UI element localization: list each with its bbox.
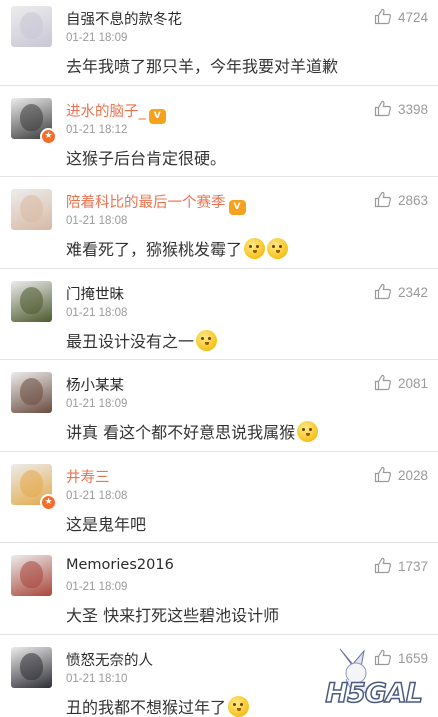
like-count: 2863 bbox=[397, 193, 428, 208]
avatar[interactable] bbox=[11, 280, 52, 322]
comment-text: 讲真 看这个都不好意思说我属猴 bbox=[66, 419, 319, 443]
commenter-name[interactable]: 自强不息的款冬花 bbox=[66, 8, 182, 29]
verified-badge-icon: ★ bbox=[40, 493, 57, 511]
like-button[interactable]: 2863 bbox=[374, 191, 428, 208]
comment-text: 丑的我都不想猴过年了 bbox=[66, 694, 250, 717]
comment-text: 最丑设计没有之一 bbox=[66, 328, 218, 352]
comment-time: 01-21 18:12 bbox=[66, 123, 128, 136]
comment-item: 陪着科比的最后一个赛季 V 01-21 18:08 难看死了，猕猴桃发霉了 286… bbox=[0, 177, 438, 269]
comment-time: 01-21 18:08 bbox=[66, 306, 128, 319]
thumbs-up-icon bbox=[374, 8, 391, 25]
like-button[interactable]: 2081 bbox=[374, 374, 428, 391]
comment-list: 自强不息的款冬花 01-21 18:09 去年我喷了那只羊，今年我要对羊道歉 4… bbox=[0, 0, 438, 717]
avatar[interactable] bbox=[11, 372, 52, 413]
thumbs-up-icon bbox=[374, 557, 391, 574]
avatar[interactable] bbox=[11, 6, 52, 47]
comment-item: 门掩世昧 01-21 18:08 最丑设计没有之一 2342 bbox=[0, 269, 438, 360]
smile-emoji-icon bbox=[244, 238, 266, 259]
watermark-text: H5GAL bbox=[325, 677, 424, 710]
thumbs-up-icon bbox=[374, 283, 391, 299]
comment-item: ★ 井寿三 01-21 18:08 这是鬼年吧 2028 bbox=[0, 452, 438, 543]
like-count: 3398 bbox=[397, 101, 428, 117]
like-count: 2028 bbox=[397, 467, 428, 483]
like-button[interactable]: 1737 bbox=[374, 557, 428, 574]
comment-text: 难看死了，猕猴桃发霉了 bbox=[66, 236, 289, 260]
comment-time: 01-21 18:08 bbox=[66, 215, 128, 227]
thumbs-up-icon bbox=[374, 100, 391, 116]
member-crown-icon: V bbox=[228, 200, 246, 215]
thumbs-up-icon bbox=[374, 374, 391, 391]
like-count: 2342 bbox=[397, 284, 428, 300]
commenter-name[interactable]: 门掩世昧 bbox=[66, 283, 124, 304]
comment-text: 去年我喷了那只羊，今年我要对羊道歉 bbox=[66, 57, 339, 76]
comment-item: 自强不息的款冬花 01-21 18:09 去年我喷了那只羊，今年我要对羊道歉 4… bbox=[0, 0, 438, 86]
commenter-name[interactable]: 杨小某某 bbox=[66, 374, 124, 395]
like-button[interactable]: 2342 bbox=[374, 283, 428, 300]
like-count: 2081 bbox=[397, 376, 428, 391]
commenter-name[interactable]: 愤怒无奈的人 bbox=[66, 649, 153, 670]
comment-text: 这是鬼年吧 bbox=[66, 514, 147, 534]
comment-time: 01-21 18:10 bbox=[66, 672, 128, 685]
comment-text: 这猴子后台肯定很硬。 bbox=[66, 148, 227, 168]
like-count: 1737 bbox=[397, 559, 428, 574]
avatar[interactable] bbox=[11, 646, 52, 688]
avatar[interactable] bbox=[11, 555, 52, 596]
like-count: 4724 bbox=[397, 10, 428, 25]
smile-emoji-icon bbox=[297, 421, 319, 442]
comment-time: 01-21 18:09 bbox=[66, 32, 128, 44]
commenter-name[interactable]: 进水的脑子_ V bbox=[66, 100, 166, 124]
comment-time: 01-21 18:09 bbox=[66, 398, 128, 410]
comment-time: 01-21 18:08 bbox=[66, 489, 128, 502]
comment-text: 大圣 快来打死这些碧池设计师 bbox=[66, 606, 280, 625]
comment-item: Memories2016 01-21 18:09 大圣 快来打死这些碧池设计师 … bbox=[0, 543, 438, 635]
smile-emoji-icon bbox=[228, 695, 250, 717]
smile-emoji-icon bbox=[196, 329, 218, 351]
avatar[interactable] bbox=[11, 189, 52, 230]
thumbs-up-icon bbox=[374, 191, 391, 208]
like-button[interactable]: 2028 bbox=[374, 466, 428, 483]
like-button[interactable]: 4724 bbox=[374, 8, 428, 25]
comment-time: 01-21 18:09 bbox=[66, 581, 128, 593]
member-crown-icon: V bbox=[148, 108, 166, 124]
commenter-name[interactable]: 井寿三 bbox=[66, 466, 110, 487]
comment-item: ★ 进水的脑子_ V 01-21 18:12 这猴子后台肯定很硬。 3398 bbox=[0, 86, 438, 177]
watermark-logo: H5GAL bbox=[312, 643, 432, 713]
comment-item: 杨小某某 01-21 18:09 讲真 看这个都不好意思说我属猴 2081 bbox=[0, 360, 438, 452]
smile-emoji-icon bbox=[267, 238, 289, 259]
commenter-name[interactable]: Memories2016 bbox=[66, 557, 174, 573]
verified-badge-icon: ★ bbox=[40, 127, 57, 145]
commenter-name[interactable]: 陪着科比的最后一个赛季 V bbox=[66, 191, 246, 215]
thumbs-up-icon bbox=[374, 466, 391, 482]
like-button[interactable]: 3398 bbox=[374, 100, 428, 117]
